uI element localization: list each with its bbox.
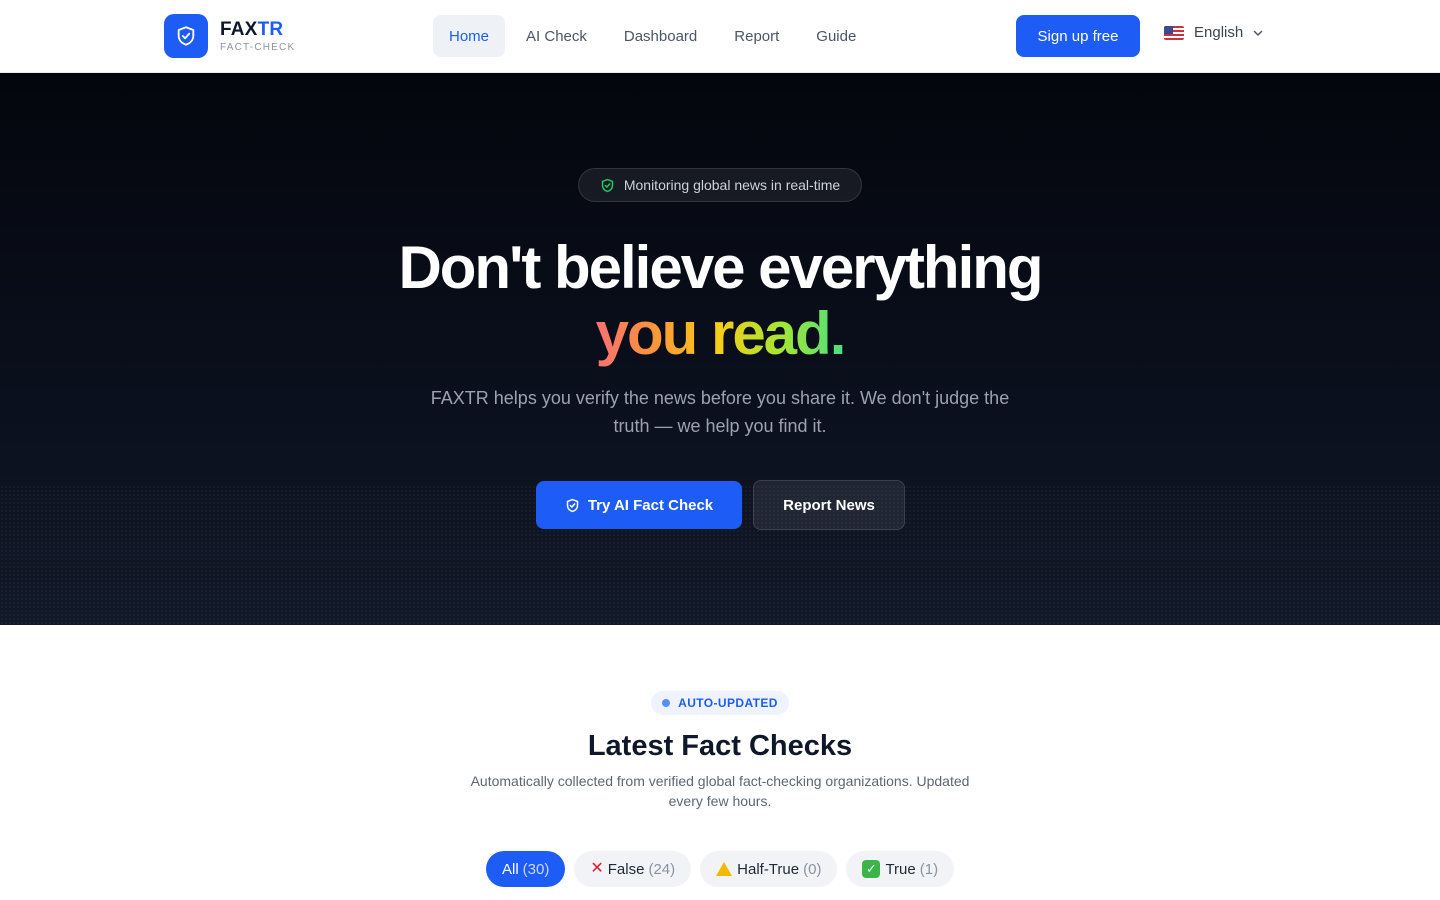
language-label: English	[1194, 24, 1244, 41]
hero-headline-gradient-text: you read.	[595, 300, 847, 367]
live-dot-icon	[662, 699, 671, 707]
filter-count: (0)	[803, 860, 822, 878]
try-ai-fact-check-button[interactable]: Try AI Fact Check	[536, 481, 742, 529]
brand-subtitle: FACT-CHECK	[220, 41, 296, 53]
brand-text: FAXTR FACT-CHECK	[220, 19, 295, 54]
filter-count: (30)	[522, 860, 550, 878]
nav-item-home[interactable]: Home	[433, 15, 506, 57]
hero-headline-line2: you read.	[0, 299, 1440, 369]
chevron-down-icon	[1253, 30, 1263, 36]
filter-half-true[interactable]: Half-True (0)	[700, 851, 838, 887]
filter-label: True	[885, 860, 916, 878]
filter-label: All	[502, 860, 519, 878]
language-selector[interactable]: English	[1164, 24, 1264, 41]
check-mark-icon: ✓	[862, 860, 881, 878]
us-flag-icon	[1164, 25, 1184, 40]
nav-item-ai-check[interactable]: AI Check	[510, 15, 603, 57]
shield-check-icon	[164, 14, 208, 58]
status-pill-text: Monitoring global news in real-time	[623, 177, 841, 193]
realtime-status-pill: Monitoring global news in real-time	[578, 168, 862, 202]
filter-true[interactable]: ✓ True (1)	[846, 851, 955, 887]
cross-mark-icon: ✕	[590, 860, 604, 877]
filter-count: (24)	[648, 860, 676, 878]
report-news-button[interactable]: Report News	[753, 480, 905, 530]
auto-updated-text: AUTO-UPDATED	[678, 696, 778, 710]
section-description: Automatically collected from verified gl…	[470, 773, 970, 809]
auto-updated-badge: AUTO-UPDATED	[651, 691, 789, 715]
filter-label: False	[607, 860, 645, 878]
brand-name-part2: TR	[257, 18, 284, 40]
signup-button[interactable]: Sign up free	[1016, 15, 1140, 57]
top-navbar: FAXTR FACT-CHECK Home AI Check Dashboard…	[0, 0, 1440, 73]
brand-name: FAXTR	[220, 19, 295, 41]
filter-label: Half-True	[737, 860, 800, 878]
nav-item-guide[interactable]: Guide	[800, 15, 872, 57]
filter-false[interactable]: ✕ False (24)	[574, 851, 692, 887]
brand-name-part1: FAX	[220, 18, 258, 40]
section-title: Latest Fact Checks	[587, 730, 853, 762]
hero-section: Monitoring global news in real-time Don'…	[0, 73, 1440, 625]
hero-subtitle: FAXTR helps you verify the news before y…	[430, 388, 1010, 436]
try-ai-fact-check-label: Try AI Fact Check	[587, 496, 714, 514]
verdict-filter-tabs: All (30) ✕ False (24) Half-True (0) ✓ Tr…	[486, 851, 963, 887]
shield-check-icon	[566, 498, 579, 512]
nav-item-report[interactable]: Report	[718, 15, 795, 57]
brand-logo-link[interactable]: FAXTR FACT-CHECK	[164, 14, 295, 58]
shield-check-icon	[601, 178, 614, 192]
filter-count: (1)	[919, 860, 939, 878]
filter-all[interactable]: All (30)	[486, 851, 566, 887]
main-nav: Home AI Check Dashboard Report Guide	[433, 15, 877, 57]
nav-item-dashboard[interactable]: Dashboard	[608, 15, 713, 57]
warning-icon	[716, 862, 733, 876]
hero-headline-line1: Don't believe everything	[398, 234, 1043, 301]
